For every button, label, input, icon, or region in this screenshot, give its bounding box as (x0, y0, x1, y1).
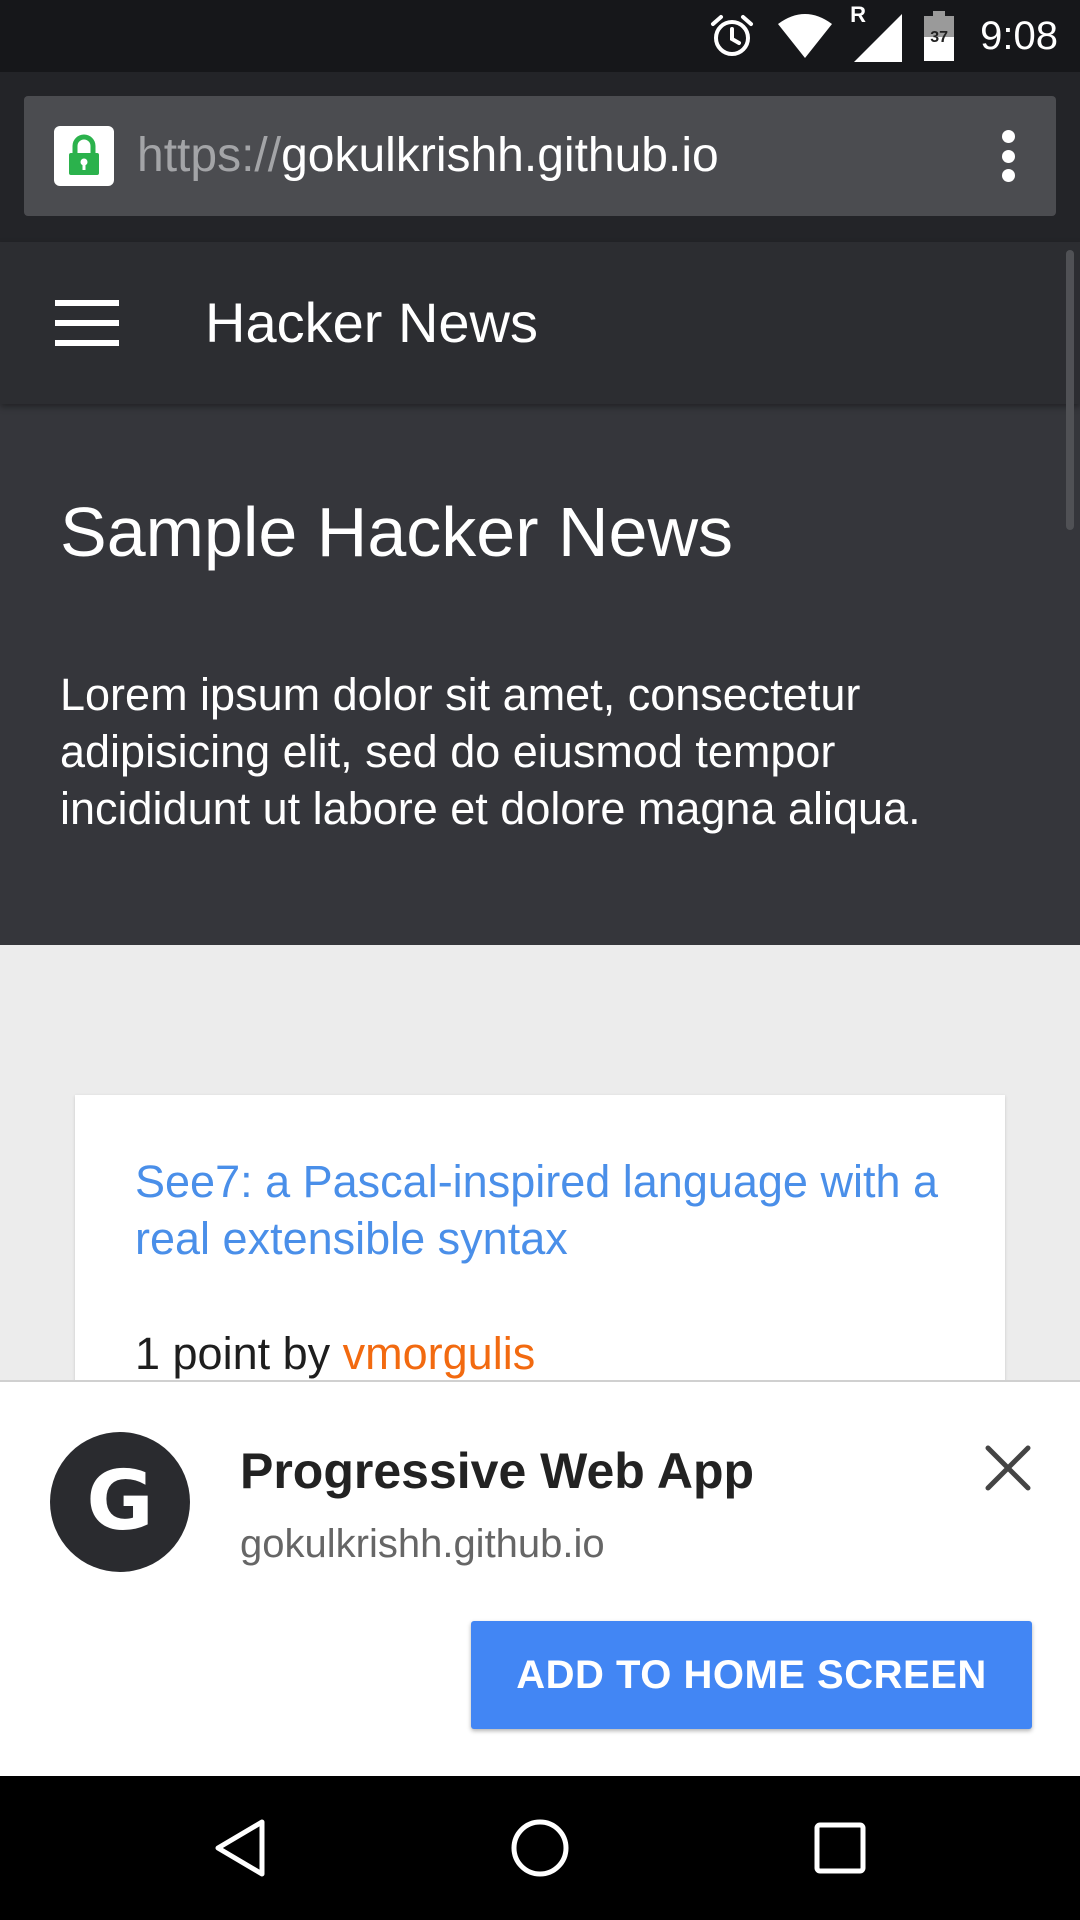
lock-icon[interactable] (54, 126, 114, 186)
story-author-link[interactable]: vmorgulis (343, 1328, 536, 1379)
roaming-indicator: R (850, 2, 867, 27)
banner-domain: gokulkrishh.github.io (240, 1522, 605, 1566)
wifi-icon (778, 14, 833, 58)
system-nav-bar (0, 1776, 1080, 1920)
hero-description: Lorem ipsum dolor sit amet, consectetur … (60, 669, 921, 834)
close-icon[interactable] (978, 1438, 1038, 1498)
hero-section: Sample Hacker News Lorem ipsum dolor sit… (0, 404, 1080, 945)
battery-icon: 37 (924, 11, 955, 61)
overflow-menu-icon[interactable] (1000, 130, 1016, 182)
cell-signal-icon: R (850, 2, 903, 62)
hamburger-menu-icon[interactable] (55, 300, 119, 346)
url-scheme: https:// (137, 129, 282, 182)
banner-app-name: Progressive Web App (240, 1443, 755, 1499)
alarm-icon (711, 15, 754, 56)
status-bar: R 37 9:08 (0, 0, 1080, 72)
url-bar[interactable]: https://gokulkrishh.github.io (24, 96, 1056, 216)
url-text[interactable]: https://gokulkrishh.github.io (137, 96, 719, 216)
hero-title: Sample Hacker News (60, 493, 733, 571)
status-icons: R 37 9:08 (708, 0, 1058, 72)
add-to-home-screen-button[interactable]: ADD TO HOME SCREEN (471, 1621, 1032, 1729)
home-icon[interactable] (500, 1808, 580, 1888)
app-bar: Hacker News (0, 242, 1080, 404)
recents-icon[interactable] (800, 1808, 880, 1888)
scrollbar[interactable] (1066, 250, 1074, 530)
browser-toolbar: https://gokulkrishh.github.io (0, 72, 1080, 242)
back-icon[interactable] (200, 1808, 280, 1888)
story-title-link[interactable]: See7: a Pascal-inspired language with a … (135, 1153, 955, 1267)
app-title: Hacker News (205, 291, 538, 354)
url-host: gokulkrishh.github.io (281, 129, 719, 182)
story-points: 1 point by (135, 1328, 343, 1379)
story-meta: 1 point by vmorgulis (135, 1328, 535, 1380)
battery-level: 37 (930, 29, 949, 46)
app-avatar: G (50, 1432, 190, 1572)
story-card: See7: a Pascal-inspired language with a … (75, 1095, 1005, 1395)
install-banner: G Progressive Web App gokulkrishh.github… (0, 1380, 1080, 1778)
status-time: 9:08 (980, 13, 1058, 58)
